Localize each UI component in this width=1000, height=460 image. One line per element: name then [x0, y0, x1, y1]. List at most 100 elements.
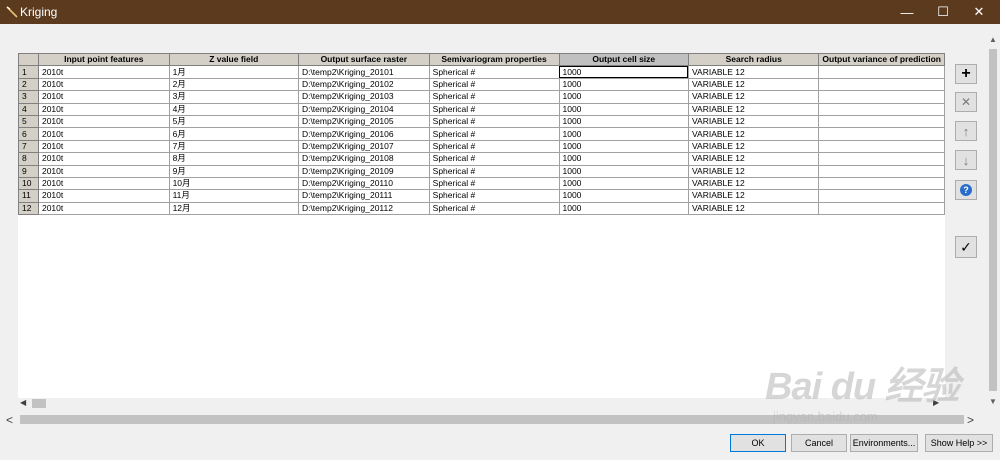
- cell-input-features[interactable]: 2010t: [37, 90, 170, 104]
- close-button[interactable]: ✕: [962, 0, 996, 24]
- grid-scroll-thumb[interactable]: [32, 399, 46, 408]
- cell-input-features[interactable]: 2010t: [37, 189, 170, 203]
- cell-variance[interactable]: [818, 176, 945, 191]
- row-number[interactable]: 10: [18, 176, 39, 191]
- cell-input-features[interactable]: 2010t: [37, 152, 170, 166]
- cell-search-radius[interactable]: VARIABLE 12: [687, 65, 820, 79]
- move-up-button[interactable]: ↑: [955, 121, 977, 141]
- cell-input-features[interactable]: 2010t: [37, 114, 170, 129]
- cell-variance[interactable]: [818, 189, 945, 203]
- environments-button[interactable]: Environments...: [850, 434, 918, 452]
- cell-semivariogram[interactable]: Spherical #: [428, 102, 560, 116]
- row-help-button[interactable]: ?: [955, 180, 977, 200]
- cell-z-value[interactable]: 7月: [168, 139, 299, 154]
- cell-semivariogram[interactable]: Spherical #: [428, 90, 560, 104]
- cell-search-radius[interactable]: VARIABLE 12: [687, 201, 820, 216]
- cell-semivariogram[interactable]: Spherical #: [428, 65, 560, 79]
- cell-variance[interactable]: [818, 201, 945, 216]
- row-number[interactable]: 2: [18, 77, 39, 92]
- cell-z-value[interactable]: 2月: [168, 77, 299, 92]
- cell-input-features[interactable]: 2010t: [37, 139, 170, 154]
- remove-row-button[interactable]: ✕: [955, 92, 977, 112]
- cell-cell-size[interactable]: 1000: [558, 176, 689, 191]
- cell-input-features[interactable]: 2010t: [37, 164, 170, 178]
- cell-search-radius[interactable]: VARIABLE 12: [687, 77, 820, 92]
- row-number[interactable]: 11: [18, 189, 39, 203]
- cell-input-features[interactable]: 2010t: [37, 201, 170, 216]
- cell-variance[interactable]: [818, 102, 945, 116]
- cell-search-radius[interactable]: VARIABLE 12: [687, 152, 820, 166]
- chevron-right-icon[interactable]: >: [967, 413, 974, 427]
- cell-semivariogram[interactable]: Spherical #: [428, 189, 560, 203]
- cell-search-radius[interactable]: VARIABLE 12: [687, 164, 820, 178]
- row-number[interactable]: 1: [18, 65, 39, 79]
- maximize-button[interactable]: ☐: [926, 0, 960, 24]
- cell-output-raster[interactable]: D:\temp2\Kriging_20110: [297, 176, 430, 191]
- add-row-button[interactable]: +: [955, 64, 977, 84]
- scroll-left-arrow-icon[interactable]: ◀: [20, 398, 26, 407]
- chevron-left-icon[interactable]: <: [6, 413, 13, 427]
- cell-input-features[interactable]: 2010t: [37, 176, 170, 191]
- cancel-button[interactable]: Cancel: [791, 434, 847, 452]
- row-number[interactable]: 5: [18, 114, 39, 129]
- column-header-z-value-field[interactable]: Z value field: [168, 53, 299, 67]
- cell-variance[interactable]: [818, 139, 945, 154]
- cell-search-radius[interactable]: VARIABLE 12: [687, 90, 820, 104]
- cell-z-value[interactable]: 9月: [168, 164, 299, 178]
- cell-output-raster[interactable]: D:\temp2\Kriging_20103: [297, 90, 430, 104]
- cell-variance[interactable]: [818, 90, 945, 104]
- cell-cell-size[interactable]: 1000: [558, 201, 689, 216]
- cell-input-features[interactable]: 2010t: [37, 127, 170, 141]
- vertical-scroll-thumb[interactable]: [989, 49, 997, 391]
- cell-variance[interactable]: [818, 114, 945, 129]
- cell-z-value[interactable]: 11月: [168, 189, 299, 203]
- cell-semivariogram[interactable]: Spherical #: [428, 127, 560, 141]
- cell-cell-size[interactable]: 1000: [558, 114, 689, 129]
- cell-output-raster[interactable]: D:\temp2\Kriging_20111: [297, 189, 430, 203]
- cell-cell-size[interactable]: 1000: [558, 65, 689, 79]
- column-header-search-radius[interactable]: Search radius: [687, 53, 820, 67]
- cell-output-raster[interactable]: D:\temp2\Kriging_20112: [297, 201, 430, 216]
- vertical-scrollbar[interactable]: ▲ ▼: [986, 33, 1000, 409]
- cell-variance[interactable]: [818, 164, 945, 178]
- cell-semivariogram[interactable]: Spherical #: [428, 114, 560, 129]
- cell-output-raster[interactable]: D:\temp2\Kriging_20101: [297, 65, 430, 79]
- cell-z-value[interactable]: 1月: [168, 65, 299, 79]
- column-header-input-point-features[interactable]: Input point features: [37, 53, 170, 67]
- cell-search-radius[interactable]: VARIABLE 12: [687, 102, 820, 116]
- column-header-semivariogram-properties[interactable]: Semivariogram properties: [428, 53, 560, 67]
- cell-search-radius[interactable]: VARIABLE 12: [687, 139, 820, 154]
- cell-cell-size[interactable]: 1000: [558, 102, 689, 116]
- row-number[interactable]: 8: [18, 152, 39, 166]
- cell-search-radius[interactable]: VARIABLE 12: [687, 114, 820, 129]
- row-number[interactable]: 6: [18, 127, 39, 141]
- cell-z-value[interactable]: 3月: [168, 90, 299, 104]
- cell-z-value[interactable]: 4月: [168, 102, 299, 116]
- cell-cell-size[interactable]: 1000: [558, 127, 689, 141]
- cell-z-value[interactable]: 8月: [168, 152, 299, 166]
- cell-search-radius[interactable]: VARIABLE 12: [687, 189, 820, 203]
- cell-input-features[interactable]: 2010t: [37, 102, 170, 116]
- cell-variance[interactable]: [818, 65, 945, 79]
- cell-semivariogram[interactable]: Spherical #: [428, 77, 560, 92]
- row-number[interactable]: 4: [18, 102, 39, 116]
- cell-variance[interactable]: [818, 77, 945, 92]
- row-number[interactable]: 12: [18, 201, 39, 216]
- scroll-down-arrow-icon[interactable]: ▼: [986, 395, 1000, 409]
- cell-z-value[interactable]: 10月: [168, 176, 299, 191]
- cell-output-raster[interactable]: D:\temp2\Kriging_20105: [297, 114, 430, 129]
- cell-search-radius[interactable]: VARIABLE 12: [687, 176, 820, 191]
- cell-output-raster[interactable]: D:\temp2\Kriging_20107: [297, 139, 430, 154]
- move-down-button[interactable]: ↓: [955, 150, 977, 170]
- cell-input-features[interactable]: 2010t: [37, 65, 170, 79]
- cell-z-value[interactable]: 6月: [168, 127, 299, 141]
- row-number[interactable]: 9: [18, 164, 39, 178]
- cell-variance[interactable]: [818, 152, 945, 166]
- cell-semivariogram[interactable]: Spherical #: [428, 139, 560, 154]
- check-values-button[interactable]: ✓: [955, 236, 977, 258]
- cell-output-raster[interactable]: D:\temp2\Kriging_20104: [297, 102, 430, 116]
- column-header-output-variance[interactable]: Output variance of prediction: [818, 53, 945, 67]
- cell-cell-size[interactable]: 1000: [558, 189, 689, 203]
- row-number[interactable]: 7: [18, 139, 39, 154]
- cell-input-features[interactable]: 2010t: [37, 77, 170, 92]
